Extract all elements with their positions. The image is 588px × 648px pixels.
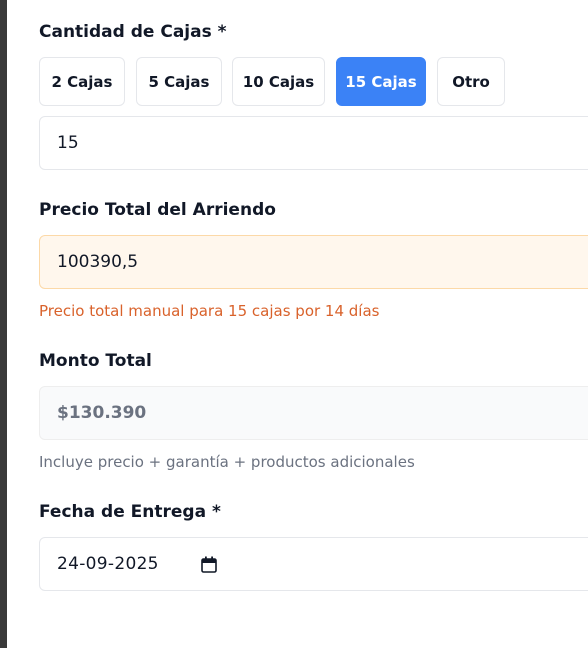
monto-helper-text: Incluye precio + garantía + productos ad… bbox=[39, 453, 415, 471]
backdrop-edge bbox=[0, 0, 7, 648]
precio-label: Precio Total del Arriendo bbox=[39, 200, 276, 220]
monto-total-field: $130.390 bbox=[39, 386, 588, 440]
fecha-value: 24-09-2025 bbox=[57, 554, 159, 574]
monto-label: Monto Total bbox=[39, 351, 152, 371]
fecha-label: Fecha de Entrega * bbox=[39, 502, 221, 522]
option-10-cajas[interactable]: 10 Cajas bbox=[232, 57, 325, 106]
precio-input[interactable]: 100390,5 bbox=[39, 235, 588, 289]
cantidad-label: Cantidad de Cajas * bbox=[39, 22, 227, 42]
option-2-cajas[interactable]: 2 Cajas bbox=[39, 57, 125, 106]
fecha-input[interactable]: 24-09-2025 bbox=[39, 537, 588, 591]
precio-helper-text: Precio total manual para 15 cajas por 14… bbox=[39, 302, 380, 320]
cantidad-input[interactable]: 15 bbox=[39, 116, 588, 170]
option-otro[interactable]: Otro bbox=[437, 57, 505, 106]
option-5-cajas[interactable]: 5 Cajas bbox=[136, 57, 222, 106]
calendar-icon[interactable] bbox=[201, 556, 217, 573]
option-15-cajas[interactable]: 15 Cajas bbox=[336, 57, 426, 106]
